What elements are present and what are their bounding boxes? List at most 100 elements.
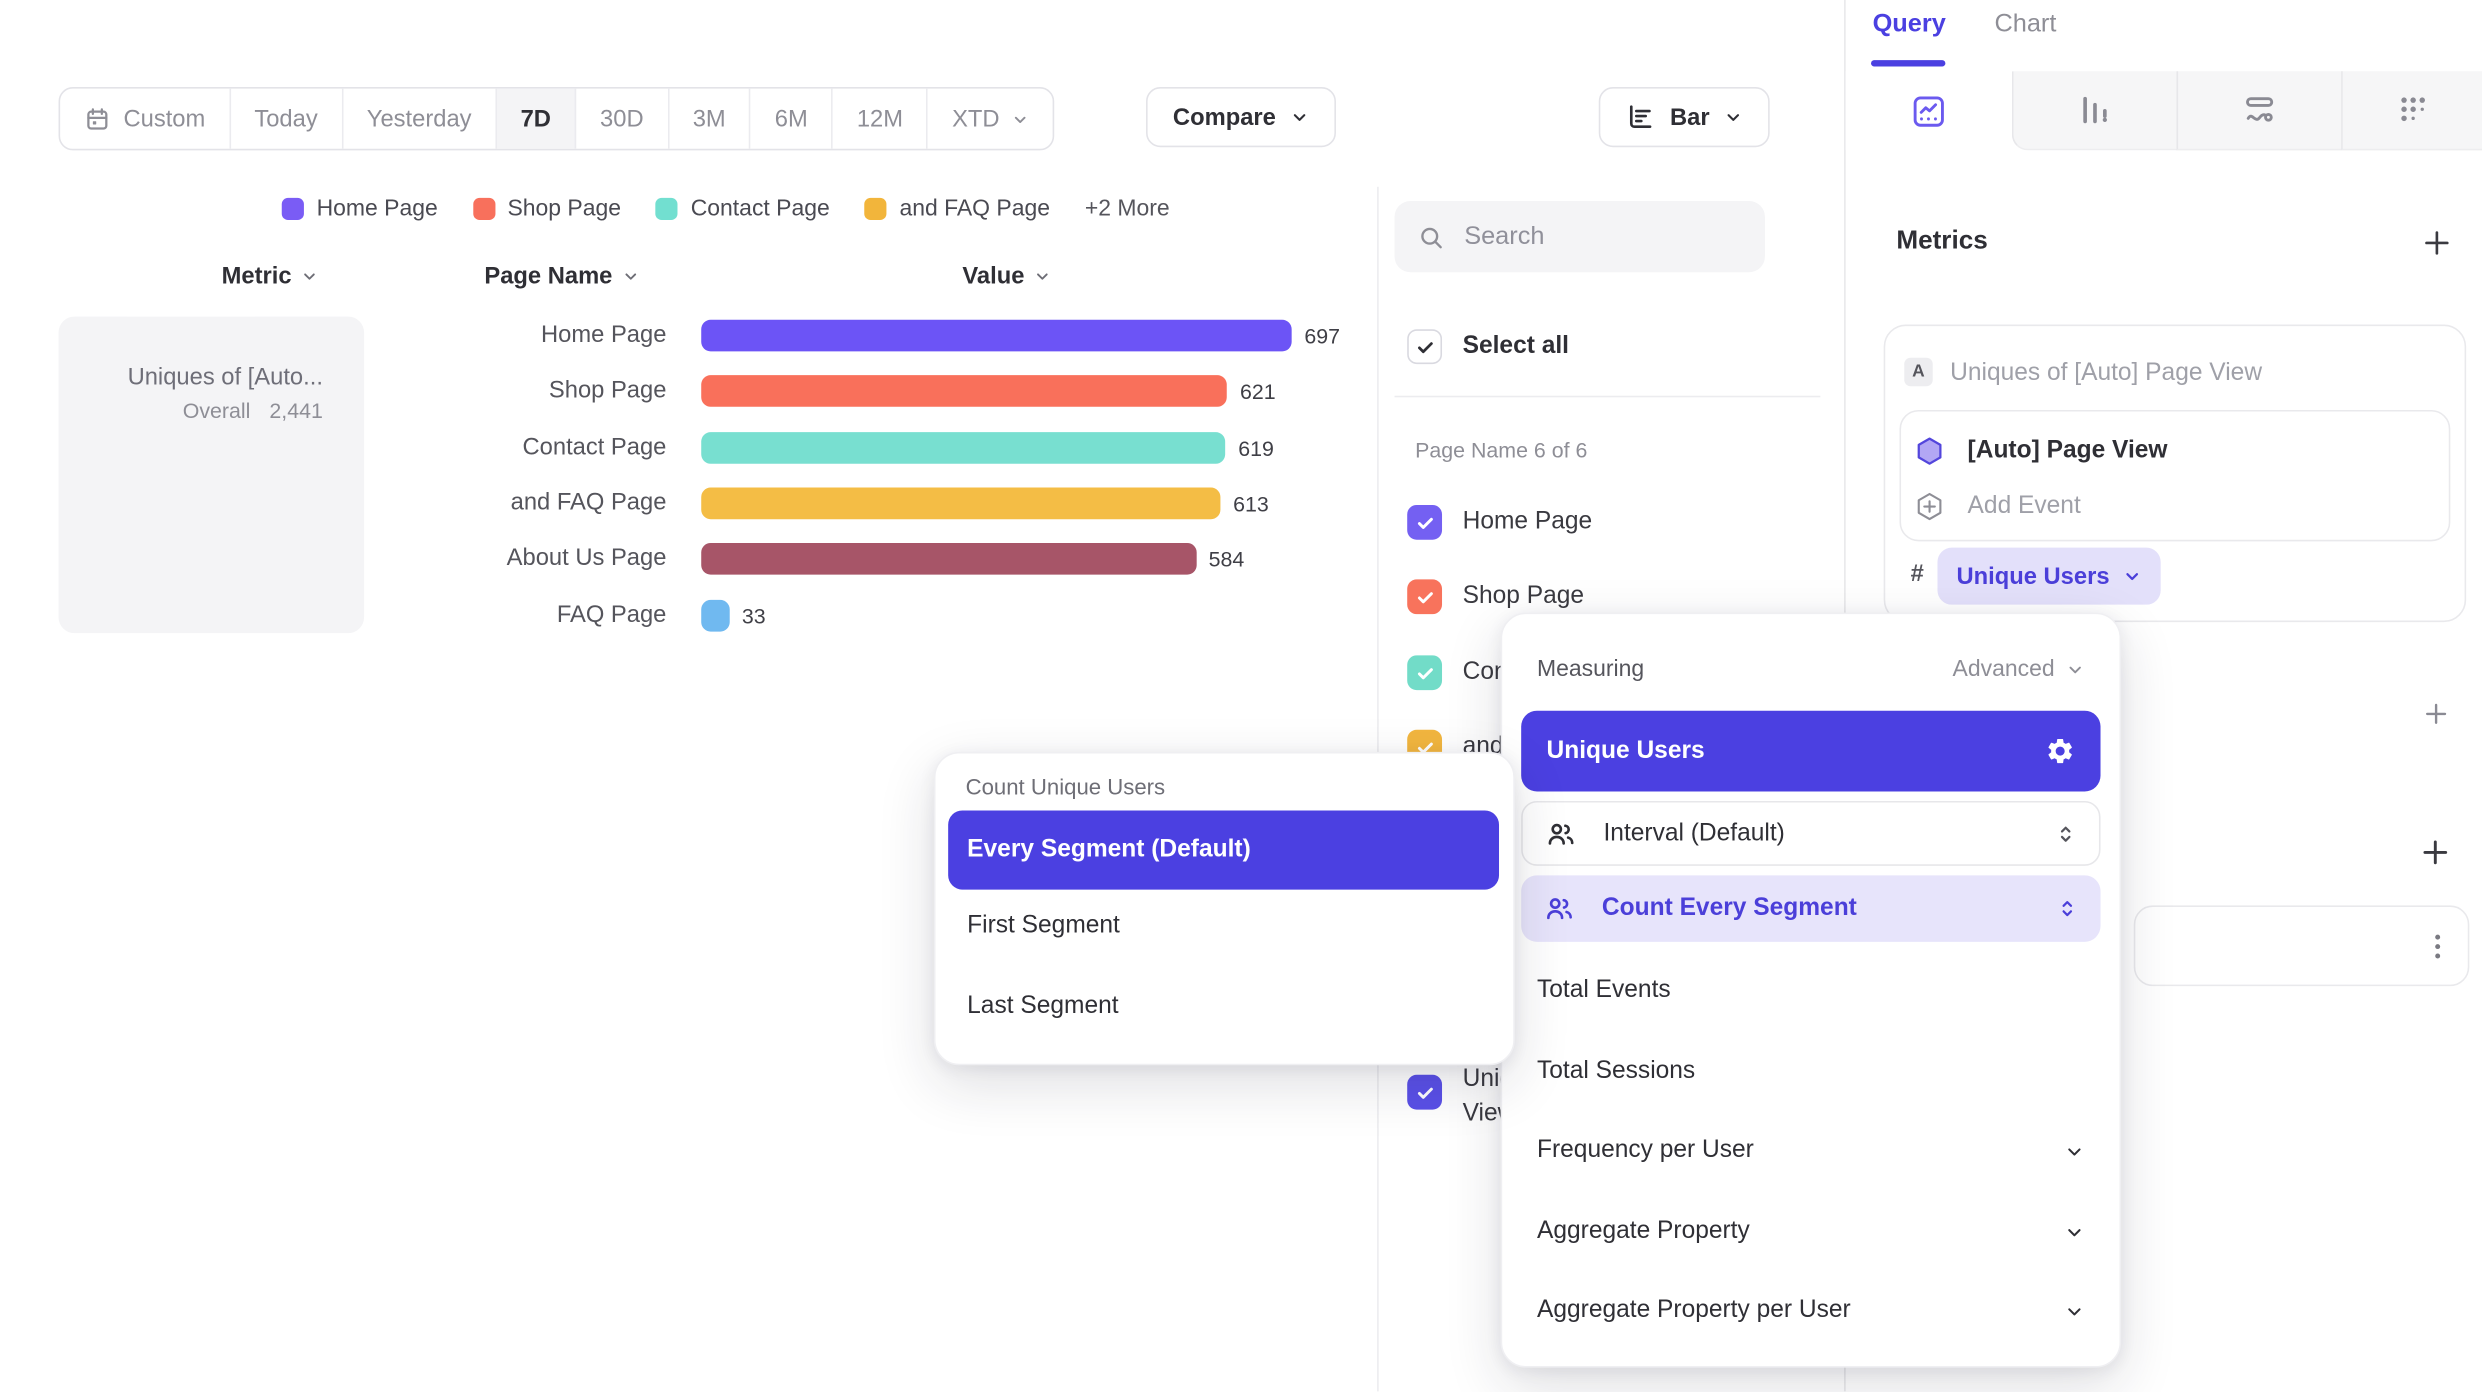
menu-option-unique-users-selected[interactable]: Unique Users	[1521, 711, 2100, 792]
check-icon	[1414, 586, 1435, 607]
people-icon	[1543, 893, 1575, 925]
add-breakdown-button[interactable]	[2419, 836, 2452, 869]
compare-button[interactable]: Compare	[1146, 87, 1336, 147]
event-name: [Auto] Page View	[1968, 437, 2168, 465]
table-row: Contact Page 619	[0, 419, 1377, 476]
flows-icon	[2241, 92, 2277, 128]
segment-group-label: Page Name 6 of 6	[1415, 438, 1587, 462]
date-range-3m[interactable]: 3M	[669, 89, 751, 149]
date-range-custom[interactable]: Custom	[60, 89, 230, 149]
event-card: [Auto] Page View Add Event	[1899, 410, 2450, 541]
chevron-down-icon	[2122, 567, 2141, 586]
menu-option-total-sessions[interactable]: Total Sessions	[1537, 1057, 2085, 1085]
interval-selector[interactable]: Interval (Default)	[1521, 801, 2100, 866]
bar-value: 621	[1240, 379, 1276, 403]
row-page-name: About Us Page	[380, 530, 667, 587]
metric-card-title[interactable]: Uniques of [Auto] Page View	[1950, 359, 2262, 387]
segment-label[interactable]: Home Page	[1463, 508, 1593, 536]
plus-icon	[2419, 836, 2452, 869]
menu-option-every-segment-selected[interactable]: Every Segment (Default)	[948, 810, 1499, 889]
date-range-label: Custom	[123, 105, 205, 132]
row-page-name: Home Page	[380, 307, 667, 364]
value-bar[interactable]	[701, 543, 1196, 575]
count-mode-selector[interactable]: Count Every Segment	[1521, 875, 2100, 941]
legend-item[interactable]: Contact Page	[656, 196, 830, 221]
table-row: Home Page 697	[0, 307, 1377, 364]
segment-checkbox-uniques-page-view[interactable]	[1407, 1075, 1442, 1110]
count-unique-users-menu: Count Unique Users Every Segment (Defaul…	[934, 752, 1515, 1065]
segment-search[interactable]	[1395, 201, 1765, 272]
value-bar[interactable]	[701, 320, 1291, 352]
insights-report-screen: Custom Today Yesterday 7D 30D 3M 6M 12M …	[0, 0, 2482, 1392]
metrics-section-title: Metrics	[1896, 226, 1987, 256]
legend-swatch	[473, 198, 495, 220]
date-range-7d[interactable]: 7D	[497, 89, 576, 149]
tab-retention-chart[interactable]	[2341, 71, 2482, 150]
menu-option-last-segment[interactable]: Last Segment	[967, 992, 1118, 1020]
legend-more-label[interactable]: +2 More	[1085, 196, 1170, 221]
select-all-checkbox[interactable]	[1407, 329, 1442, 364]
search-input[interactable]	[1461, 221, 1721, 253]
date-range-picker: Custom Today Yesterday 7D 30D 3M 6M 12M …	[59, 87, 1055, 150]
value-bar[interactable]	[701, 488, 1220, 520]
metric-card: A Uniques of [Auto] Page View [Auto] Pag…	[1884, 324, 2467, 622]
value-bar[interactable]	[701, 375, 1227, 407]
row-page-name: FAQ Page	[380, 587, 667, 644]
add-event-row[interactable]: Add Event	[1914, 491, 2081, 523]
column-header-value[interactable]: Value	[962, 263, 1051, 290]
card-options-button[interactable]	[2420, 929, 2455, 964]
date-range-12m[interactable]: 12M	[833, 89, 928, 149]
date-range-yesterday[interactable]: Yesterday	[343, 89, 497, 149]
chevron-down-icon	[1012, 110, 1029, 127]
legend-swatch	[865, 198, 887, 220]
dots-grid-icon	[2395, 92, 2431, 128]
chevron-down-icon	[2066, 660, 2085, 679]
segment-checkbox-shop-page[interactable]	[1407, 579, 1442, 614]
add-event-hexagon-icon	[1914, 491, 1946, 523]
menu-option-frequency-per-user[interactable]: Frequency per User	[1537, 1137, 2085, 1165]
row-page-name: Shop Page	[380, 362, 667, 419]
gear-icon[interactable]	[2045, 736, 2075, 766]
select-all-label[interactable]: Select all	[1463, 332, 1569, 360]
count-menu-title: Count Unique Users	[966, 774, 1166, 799]
event-row[interactable]: [Auto] Page View	[1914, 435, 2168, 467]
segment-checkbox-contact-page[interactable]	[1407, 655, 1442, 690]
add-metric-button[interactable]	[2420, 226, 2453, 259]
value-bar[interactable]	[701, 600, 729, 632]
legend-item[interactable]: and FAQ Page	[865, 196, 1050, 221]
menu-option-aggregate-property[interactable]: Aggregate Property	[1537, 1217, 2085, 1245]
plus-icon	[2420, 226, 2453, 259]
date-range-6m[interactable]: 6M	[751, 89, 833, 149]
check-icon	[1414, 336, 1435, 357]
legend-item[interactable]: Shop Page	[473, 196, 621, 221]
bar-value: 619	[1238, 436, 1274, 460]
bar-columns-icon	[2077, 92, 2113, 128]
chevron-down-icon	[2064, 1140, 2085, 1161]
measure-dropdown[interactable]: Unique Users	[1937, 548, 2160, 605]
segment-label[interactable]: Shop Page	[1463, 583, 1584, 611]
tab-funnels-chart[interactable]	[2012, 71, 2177, 150]
bar-value: 613	[1233, 491, 1269, 515]
menu-option-first-segment[interactable]: First Segment	[967, 912, 1120, 940]
advanced-toggle[interactable]: Advanced	[1953, 657, 2085, 682]
add-filter-button[interactable]	[2422, 700, 2450, 728]
date-range-30d[interactable]: 30D	[576, 89, 669, 149]
table-row: FAQ Page 33	[0, 587, 1377, 644]
tab-chart[interactable]: Chart	[1994, 11, 2056, 39]
segment-checkbox-home-page[interactable]	[1407, 505, 1442, 540]
chevron-down-icon	[1290, 108, 1309, 127]
column-header-metric[interactable]: Metric	[222, 263, 319, 290]
menu-option-total-events[interactable]: Total Events	[1537, 977, 2085, 1005]
date-range-today[interactable]: Today	[231, 89, 343, 149]
value-bar[interactable]	[701, 432, 1225, 464]
bar-value: 584	[1209, 547, 1245, 571]
tab-insights-chart[interactable]	[1846, 71, 2012, 150]
column-header-page-name[interactable]: Page Name	[484, 263, 639, 290]
tab-query[interactable]: Query	[1873, 11, 1946, 39]
tab-flows-chart[interactable]	[2177, 71, 2342, 150]
legend-item[interactable]: Home Page	[282, 196, 438, 221]
menu-option-aggregate-property-per-user[interactable]: Aggregate Property per User	[1537, 1296, 2085, 1324]
date-range-xtd[interactable]: XTD	[928, 89, 1053, 149]
legend-swatch	[656, 198, 678, 220]
chart-type-button[interactable]: Bar	[1599, 87, 1770, 147]
